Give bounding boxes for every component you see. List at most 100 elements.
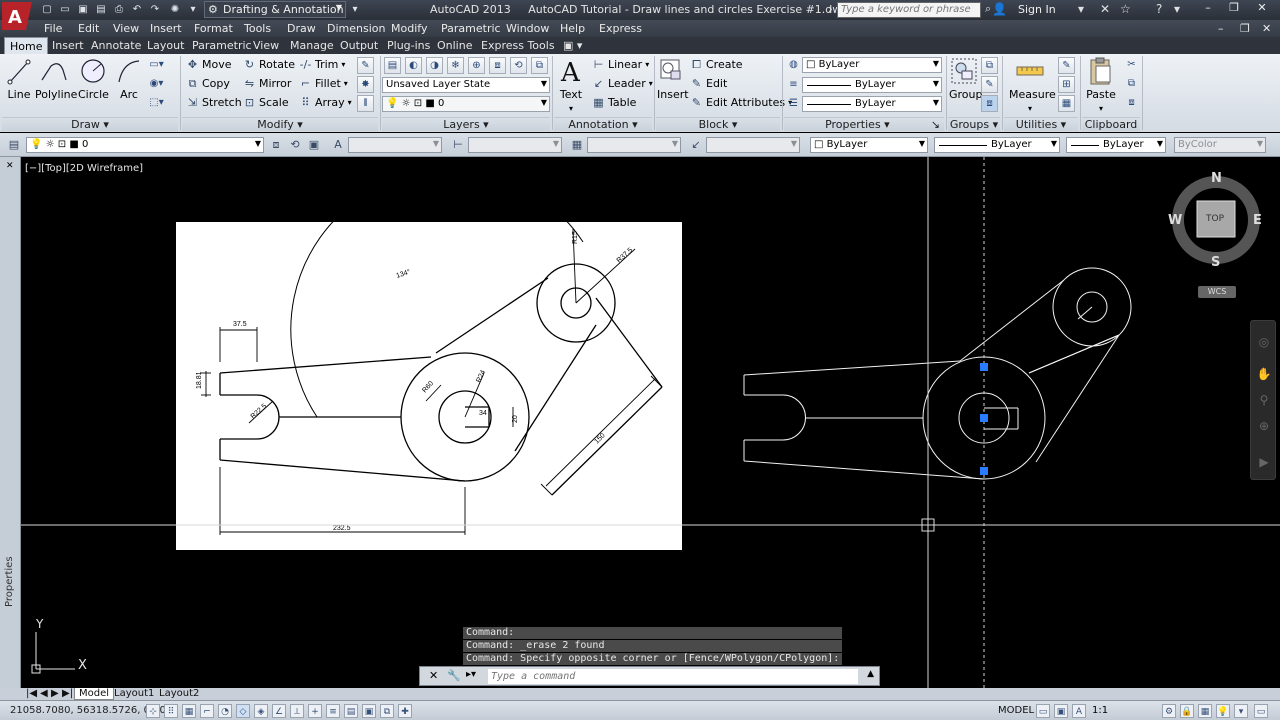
doc-close-icon[interactable]: ✕: [1262, 22, 1271, 35]
menu-view[interactable]: View: [113, 22, 139, 35]
table-button[interactable]: ▦ Table: [592, 96, 636, 109]
tab-layout2[interactable]: Layout2: [155, 688, 203, 700]
lineweight-icon[interactable]: ≡: [785, 77, 802, 94]
status-menu-icon[interactable]: ▾: [1234, 704, 1248, 718]
minimize-button[interactable]: –: [1196, 0, 1220, 16]
redo-icon[interactable]: ↷: [148, 3, 162, 16]
lock-icon[interactable]: 🔒: [1180, 704, 1194, 718]
layer-manager-icon[interactable]: ▤: [6, 137, 22, 153]
array-button[interactable]: ⠿ Array ▾: [299, 96, 351, 109]
help-dropdown-icon[interactable]: ▾: [1174, 2, 1180, 16]
zoom-icon[interactable]: ⚲: [1256, 393, 1272, 409]
model-space-toggle[interactable]: MODEL: [998, 705, 1034, 716]
toolbar-plotstyle-select[interactable]: ByColor ▼: [1174, 137, 1266, 153]
close-icon[interactable]: ✕: [429, 669, 438, 682]
create-block-button[interactable]: ⧠ Create: [690, 58, 742, 71]
doc-minimize-icon[interactable]: –: [1218, 22, 1224, 35]
quick-select-icon[interactable]: ✎: [1058, 57, 1075, 74]
exchange-icon[interactable]: ✕: [1100, 2, 1110, 16]
tab-insert[interactable]: Insert: [52, 39, 84, 52]
copy-button[interactable]: ⧉ Copy: [186, 77, 230, 90]
layer-previous-icon[interactable]: ⟲: [287, 137, 303, 153]
layer-match-icon[interactable]: ⧈: [489, 57, 506, 74]
modify-panel-title[interactable]: Modify ▾: [182, 117, 378, 131]
match-properties-icon[interactable]: ◍: [785, 57, 802, 74]
ungroup-icon[interactable]: ⧉: [981, 57, 998, 74]
scale-button[interactable]: ⊡ Scale: [243, 96, 289, 109]
linetype-select[interactable]: ByLayer ▼: [802, 96, 942, 112]
rotate-button[interactable]: ↻ Rotate: [243, 58, 295, 71]
drawing-canvas[interactable]: 37.5 18.81 R22.5 134° R60 R24 34 20 R15 …: [21, 157, 1280, 688]
search-icon[interactable]: ⌕: [985, 2, 991, 16]
annotation-monitor-icon[interactable]: ✚: [398, 704, 412, 718]
qa-dropdown-icon[interactable]: ▾: [186, 3, 200, 16]
autocad-logo-icon[interactable]: A: [2, 2, 32, 30]
annotation-scale-value[interactable]: 1:1: [1092, 705, 1108, 716]
chevron-right-icon[interactable]: ›: [828, 2, 833, 16]
search-input[interactable]: Type a keyword or phrase: [837, 2, 981, 18]
transparency-icon[interactable]: ▤: [344, 704, 358, 718]
insert-block-button[interactable]: Insert: [657, 56, 689, 101]
linetype-icon[interactable]: ☰: [785, 96, 802, 113]
viewcube-west[interactable]: W: [1168, 213, 1182, 228]
edit-block-button[interactable]: ✎ Edit: [690, 77, 727, 90]
paste-special-icon[interactable]: ⧈: [1123, 95, 1140, 112]
otrack-icon[interactable]: ∠: [272, 704, 286, 718]
viewport-controls[interactable]: [−][Top][2D Wireframe]: [25, 163, 143, 174]
tab-output[interactable]: Output: [340, 39, 378, 52]
viewcube-south[interactable]: S: [1211, 255, 1220, 270]
make-current-icon[interactable]: ⧈: [268, 137, 284, 153]
grid-icon[interactable]: ▦: [182, 704, 196, 718]
table-style-icon[interactable]: ▦: [569, 137, 585, 153]
recent-commands-icon[interactable]: ▲: [867, 669, 874, 679]
toolbar-layer-select[interactable]: 💡 ☼ ⊡ ■ 0 ▼: [26, 137, 264, 153]
leader-button[interactable]: ↙ Leader ▾: [592, 77, 653, 90]
layer-isolate-icon[interactable]: ◑: [426, 57, 443, 74]
rectangle-icon[interactable]: ▭▾: [148, 57, 165, 74]
layers-panel-title[interactable]: Layers ▾: [382, 117, 550, 131]
layer-freeze-icon[interactable]: ❄: [447, 57, 464, 74]
layer-off-icon[interactable]: ◐: [405, 57, 422, 74]
layer-walk-icon[interactable]: ⧉: [531, 57, 548, 74]
menu-parametric[interactable]: Parametric: [441, 22, 501, 35]
menu-window[interactable]: Window: [506, 22, 549, 35]
mirror-button[interactable]: ⇋ Mirror: [243, 77, 292, 90]
trim-button[interactable]: -/- Trim ▾: [299, 58, 346, 71]
cad-geometry[interactable]: [743, 267, 1132, 480]
menu-dimension[interactable]: Dimension: [327, 22, 385, 35]
measure-button[interactable]: Measure ▾: [1009, 56, 1056, 114]
palette-close-icon[interactable]: ✕: [6, 161, 14, 171]
tab-annotate[interactable]: Annotate: [91, 39, 141, 52]
toolbar-color-select[interactable]: □ ByLayer ▼: [810, 137, 928, 153]
draw-panel-title[interactable]: Draw ▾: [2, 117, 178, 131]
snap-icon[interactable]: ⠿: [164, 704, 178, 718]
tab-layout[interactable]: Layout: [147, 39, 184, 52]
viewcube-north[interactable]: N: [1211, 171, 1222, 186]
copy-clip-icon[interactable]: ⧉: [1123, 76, 1140, 93]
wrench-icon[interactable]: 🔧: [447, 669, 461, 682]
tab-manage[interactable]: Manage: [290, 39, 334, 52]
doc-restore-icon[interactable]: ❐: [1240, 22, 1250, 35]
select-all-icon[interactable]: ⊞: [1058, 76, 1075, 93]
text-button[interactable]: A Text ▾: [557, 56, 585, 114]
tab-view[interactable]: View: [253, 39, 279, 52]
tab-plug-ins[interactable]: Plug-ins: [387, 39, 430, 52]
open-icon[interactable]: ▭: [58, 3, 72, 16]
text-style-select[interactable]: ▼: [348, 137, 442, 153]
polar-icon[interactable]: ◔: [218, 704, 232, 718]
layer-state-select[interactable]: Unsaved Layer State ▼: [382, 77, 550, 93]
lineweight-select[interactable]: ByLayer ▼: [802, 77, 942, 93]
tab-express-tools[interactable]: Express Tools: [481, 39, 555, 52]
quick-view-drawings-icon[interactable]: ▣: [1054, 704, 1068, 718]
save-as-icon[interactable]: ▤: [94, 3, 108, 16]
clipboard-panel-title[interactable]: Clipboard: [1082, 117, 1140, 131]
orbit-icon[interactable]: ⊕: [1256, 419, 1272, 435]
arc-button[interactable]: Arc: [114, 56, 144, 101]
paste-button[interactable]: Paste ▾: [1086, 56, 1116, 114]
osnap-icon[interactable]: ◇: [236, 704, 250, 718]
undo-icon[interactable]: ↶: [130, 3, 144, 16]
menu-insert[interactable]: Insert: [150, 22, 182, 35]
menu-express[interactable]: Express: [599, 22, 642, 35]
group-button[interactable]: Group: [949, 56, 983, 101]
tab-model[interactable]: Model: [74, 688, 115, 700]
